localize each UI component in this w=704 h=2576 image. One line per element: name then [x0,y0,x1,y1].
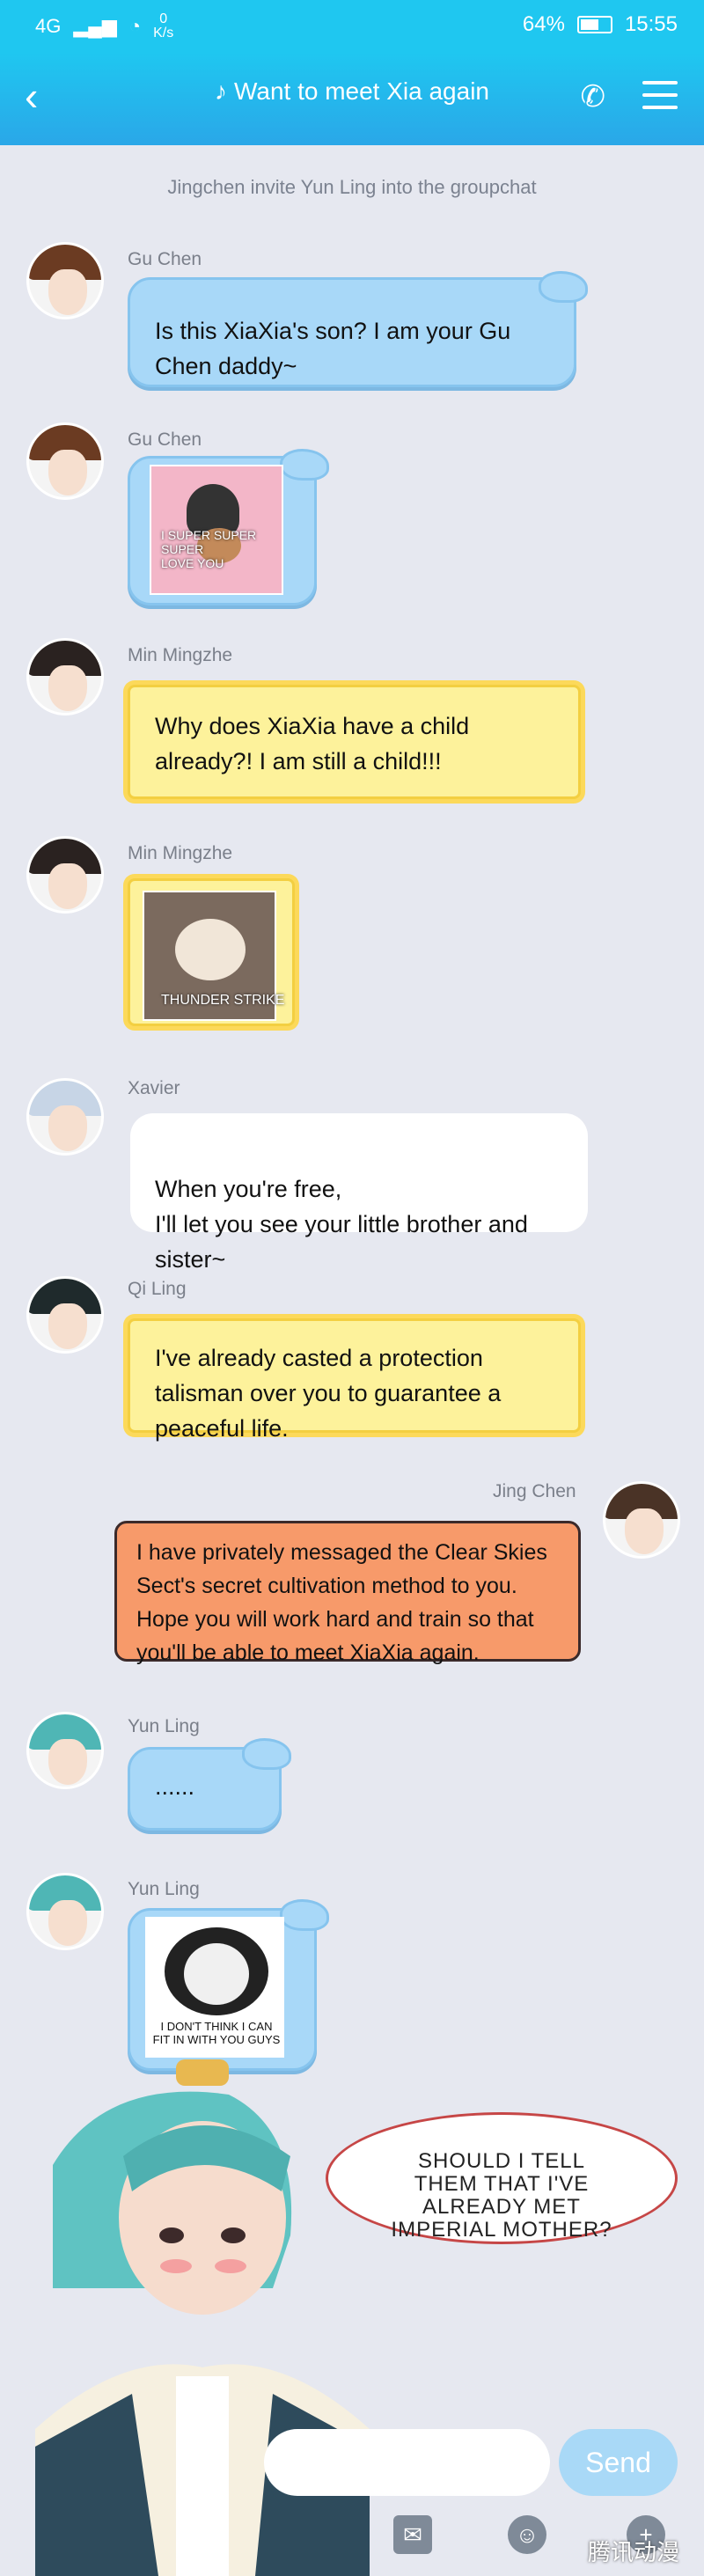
chat-title: Want to meet Xia again [233,77,489,105]
avatar-min-mingzhe[interactable] [26,836,104,914]
avatar-jing-chen[interactable] [603,1481,680,1559]
comic-speech-text: SHOULD I TELL THEM THAT I'VE ALREADY MET… [391,2149,612,2242]
avatar-xavier[interactable] [26,1078,104,1156]
clock: 15:55 [624,12,678,36]
bubble-decoration [280,449,329,481]
avatar-yun-ling[interactable] [26,1873,104,1950]
bubble-decoration [242,1738,291,1770]
sender-name: Gu Chen [128,249,202,269]
emoji-icon[interactable]: ☺ [508,2515,546,2554]
earpiece-icon: ♪ [214,77,227,105]
sticker-caption: THUNDER STRIKE [161,993,285,1008]
phone-icon[interactable]: ✆ [581,79,606,114]
network-speed-unit: K/s [153,26,174,40]
sender-name: Qi Ling [128,1279,187,1299]
bubble-decoration [539,271,588,303]
network-speed: 0 K/s [153,12,173,40]
message-bubble[interactable]: Why does XiaXia have a child already?! I… [128,685,581,799]
message-input[interactable] [264,2429,550,2496]
avatar-gu-chen[interactable] [26,242,104,319]
message-bubble[interactable]: I've already casted a protection talisma… [128,1318,581,1442]
sender-name: Min Mingzhe [128,645,233,665]
battery-percent: 64% [522,12,565,36]
battery-fill [580,19,599,30]
send-button[interactable]: Send [559,2429,678,2496]
avatar-yun-ling[interactable] [26,1712,104,1789]
battery-icon [576,16,612,33]
gift-icon[interactable]: ✉ [393,2515,432,2554]
message-text: Is this XiaXia's son? I am your Gu Chen … [155,318,511,379]
system-message: Jingchen invite Yun Ling into the groupc… [167,176,537,198]
bubble-decoration [280,1899,329,1931]
sender-name: Min Mingzhe [128,843,233,863]
watermark: 腾讯动漫 [588,2539,680,2565]
message-bubble[interactable]: Is this XiaXia's son? I am your Gu Chen … [128,277,576,387]
sender-name: Gu Chen [128,429,202,450]
wifi-icon: ◔ [128,15,142,37]
avatar-gu-chen[interactable] [26,422,104,500]
sender-name: Jing Chen [493,1481,576,1501]
avatar-min-mingzhe[interactable] [26,638,104,716]
message-text: When you're free, I'll let you see your … [155,1176,528,1273]
network-indicator: 4G [35,15,62,37]
message-text: Why does XiaXia have a child already?! I… [155,713,470,774]
sender-name: Xavier [128,1078,180,1098]
sender-name: Yun Ling [128,1716,200,1736]
message-text: ...... [155,1773,195,1800]
sticker-caption: I DON'T THINK I CAN FIT IN WITH YOU GUYS [152,2020,281,2046]
sticker-caption: I SUPER SUPER SUPER LOVE YOU [161,528,257,570]
status-bar: 4G ▂▄▆ ◔ 0 K/s 64% 15:55 [0,0,704,53]
message-bubble[interactable]: When you're free, I'll let you see your … [130,1113,588,1273]
message-bubble[interactable]: I have privately messaged the Clear Skie… [114,1521,581,1665]
menu-icon[interactable] [642,81,678,111]
avatar-qi-ling[interactable] [26,1276,104,1354]
signal-icon: ▂▄▆ [73,15,117,37]
chat-header: ‹ ♪ Want to meet Xia again ✆ [0,53,704,145]
network-speed-value: 0 [159,11,168,26]
comic-speech-bubble: SHOULD I TELL THEM THAT I'VE ALREADY MET… [326,2112,678,2244]
sender-name: Yun Ling [128,1879,200,1899]
message-text: I've already casted a protection talisma… [155,1345,502,1442]
message-text: I have privately messaged the Clear Skie… [136,1540,547,1665]
